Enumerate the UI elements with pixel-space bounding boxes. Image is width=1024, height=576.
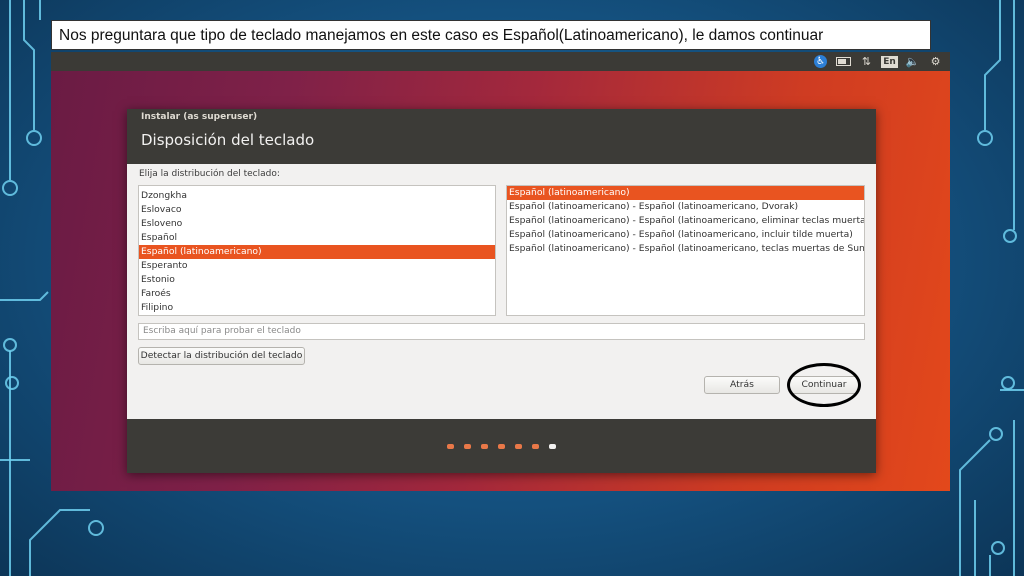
highlight-circle bbox=[787, 363, 861, 407]
progress-dot bbox=[481, 443, 488, 449]
volume-icon[interactable]: 🔈 bbox=[904, 54, 921, 69]
list-item[interactable]: Faroés bbox=[139, 287, 495, 301]
list-item[interactable]: Dzongkha bbox=[139, 189, 495, 203]
window-body: Elija la distribución del teclado: Dzong… bbox=[127, 164, 876, 419]
installer-window: Instalar (as superuser) Disposición del … bbox=[127, 109, 876, 473]
list-item[interactable]: Español (latinoamericano) - Español (lat… bbox=[507, 214, 864, 228]
accessibility-icon[interactable]: ♿ bbox=[812, 54, 829, 69]
caption-text: Nos preguntara que tipo de teclado manej… bbox=[51, 20, 931, 50]
list-item[interactable]: Estonio bbox=[139, 273, 495, 287]
list-item-selected[interactable]: Español (latinoamericano) bbox=[139, 245, 495, 259]
list-item[interactable]: Filipino bbox=[139, 301, 495, 315]
progress-dot-current bbox=[549, 443, 556, 449]
layout-list[interactable]: Dzongkha Eslovaco Esloveno Español Españ… bbox=[138, 185, 496, 316]
top-panel: ♿ ⇅ En 🔈 ⚙ bbox=[51, 52, 950, 71]
settings-gear-icon[interactable]: ⚙ bbox=[927, 54, 944, 69]
page-title: Disposición del teclado bbox=[127, 125, 876, 164]
progress-dot bbox=[447, 443, 454, 449]
list-item[interactable]: Esloveno bbox=[139, 217, 495, 231]
detect-layout-button[interactable]: Detectar la distribución del teclado bbox=[138, 347, 305, 365]
progress-dot bbox=[464, 443, 471, 449]
list-item-selected[interactable]: Español (latinoamericano) bbox=[507, 186, 864, 200]
layout-list-label: Elija la distribución del teclado: bbox=[139, 169, 280, 179]
keyboard-language-indicator[interactable]: En bbox=[881, 54, 898, 69]
list-item[interactable]: Eslovaco bbox=[139, 203, 495, 217]
progress-dot bbox=[498, 443, 505, 449]
progress-dot bbox=[515, 443, 522, 449]
list-item[interactable]: Español (latinoamericano) - Español (lat… bbox=[507, 242, 864, 256]
keyboard-test-input[interactable]: Escriba aquí para probar el teclado bbox=[138, 323, 865, 340]
back-button[interactable]: Atrás bbox=[704, 376, 780, 394]
window-title: Instalar (as superuser) bbox=[127, 109, 876, 125]
progress-footer bbox=[127, 419, 876, 473]
list-item[interactable]: Español (latinoamericano) - Español (lat… bbox=[507, 228, 864, 242]
battery-icon[interactable] bbox=[835, 54, 852, 69]
variant-list[interactable]: Español (latinoamericano) Español (latin… bbox=[506, 185, 865, 316]
desktop-screenshot: ♿ ⇅ En 🔈 ⚙ Instalar (as superuser) Dispo… bbox=[51, 52, 950, 491]
list-item[interactable]: Español bbox=[139, 231, 495, 245]
progress-dot bbox=[532, 443, 539, 449]
list-item[interactable]: Esperanto bbox=[139, 259, 495, 273]
list-item[interactable]: Español (latinoamericano) - Español (lat… bbox=[507, 200, 864, 214]
network-icon[interactable]: ⇅ bbox=[858, 54, 875, 69]
